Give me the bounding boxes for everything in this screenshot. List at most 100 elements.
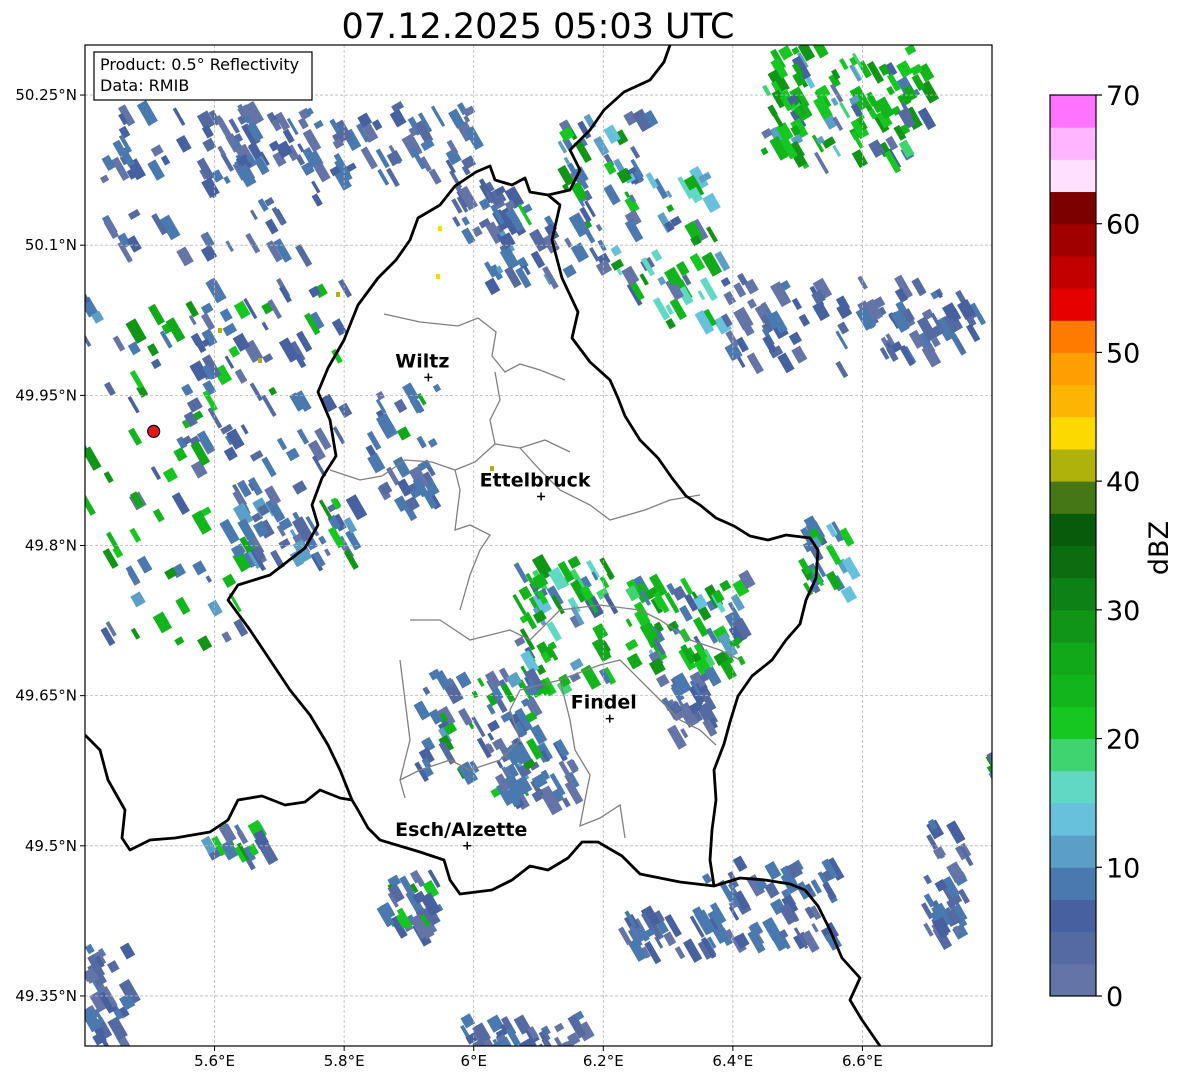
echo-cell-271 [52, 294, 70, 315]
echo-cell-1337 [258, 358, 262, 363]
colorbar-segments [1050, 95, 1096, 997]
echo-cell-185 [33, 302, 51, 321]
echo-cell-205 [49, 462, 64, 480]
longitude-ticks: 5.6°E 5.8°E 6°E 6.2°E 6.4°E 6.6°E [194, 1046, 883, 1070]
colorbar-segment-18 [1050, 384, 1096, 418]
lat-tick-label-6: 49.35°N [15, 987, 77, 1005]
colorbar-segment-27 [1050, 95, 1096, 128]
lon-tick-label-5: 6.6°E [842, 1052, 883, 1070]
echo-cell-231 [35, 312, 52, 330]
colorbar-segment-16 [1050, 448, 1096, 482]
colorbar-segment-15 [1050, 481, 1096, 514]
colorbar-segment-21 [1050, 288, 1096, 321]
colorbar-segment-10 [1050, 642, 1096, 675]
echo-cell-241 [51, 562, 64, 577]
colorbar-tick-label-3: 30 [1106, 596, 1140, 627]
info-product: Product: 0.5° Reflectivity [100, 55, 299, 74]
lon-tick-label-4: 6.4°E [712, 1052, 753, 1070]
echo-cell-1251 [541, 1047, 553, 1062]
latitude-ticks: 50.25°N 50.1°N 49.95°N 49.8°N 49.65°N 49.5°N 4… [15, 86, 85, 1005]
colorbar-tick-label-4: 40 [1106, 467, 1140, 498]
colorbar: 0 10 20 30 40 50 60 70 dBZ [1049, 81, 1175, 1013]
colorbar-ticks: 0 10 20 30 40 50 60 70 [1096, 81, 1140, 1013]
echo-cell-253 [51, 594, 66, 609]
colorbar-segment-1 [1050, 931, 1096, 965]
colorbar-segment-20 [1050, 320, 1096, 353]
echo-cell-217 [50, 494, 67, 512]
colorbar-segment-19 [1050, 352, 1096, 386]
echo-cell-243 [58, 505, 69, 520]
colorbar-segment-4 [1050, 835, 1096, 868]
lat-tick-label-5: 49.5°N [25, 837, 77, 855]
colorbar-segment-3 [1050, 867, 1096, 900]
colorbar-segment-9 [1050, 674, 1096, 707]
map-title: 07.12.2025 05:03 UTC [342, 7, 735, 47]
radar-site-marker [147, 424, 161, 438]
colorbar-tick-label-5: 50 [1106, 338, 1140, 369]
echo-cell-278 [57, 303, 70, 319]
echo-cell-256 [60, 444, 68, 453]
lat-tick-label-1: 50.1°N [25, 236, 77, 254]
info-box: Product: 0.5° Reflectivity Data: RMIB [93, 51, 313, 101]
echo-cell-184 [57, 594, 69, 609]
colorbar-segment-2 [1050, 899, 1096, 933]
echo-cell-270 [33, 357, 45, 368]
colorbar-unit-label: dBZ [1144, 521, 1175, 575]
echo-cell-1338 [218, 328, 222, 333]
colorbar-segment-12 [1050, 577, 1096, 611]
lon-tick-label-1: 5.8°E [324, 1052, 365, 1070]
echo-cell-277 [52, 312, 63, 324]
colorbar-tick-label-6: 60 [1106, 210, 1140, 241]
echo-cell-1339 [336, 292, 340, 297]
echo-cell-239 [35, 451, 54, 474]
echo-cell-210 [54, 350, 64, 364]
colorbar-segment-17 [1050, 416, 1096, 450]
city-label-0: Wiltz [395, 350, 449, 372]
echo-cell-220 [59, 344, 69, 356]
lon-tick-label-0: 5.6°E [194, 1052, 235, 1070]
plot-area: Wiltz Ettelbruck Findel Esch/Alzette [26, 45, 992, 1066]
colorbar-segment-13 [1050, 545, 1096, 579]
echo-cell-1242 [486, 1048, 498, 1066]
echo-cell-1340 [438, 226, 442, 231]
colorbar-tick-label-1: 10 [1106, 853, 1140, 884]
colorbar-segment-0 [1050, 963, 1096, 997]
radar-map-figure: 07.12.2025 05:03 UTC Wiltz Ettelbruck Find… [15, 7, 1175, 1070]
echo-cell-285 [37, 462, 55, 484]
city-label-2: Findel [571, 692, 637, 714]
city-label-3: Esch/Alzette [395, 819, 527, 841]
colorbar-segment-8 [1050, 706, 1096, 740]
lat-tick-label-2: 49.95°N [15, 386, 77, 404]
colorbar-segment-14 [1050, 513, 1096, 546]
colorbar-segment-23 [1050, 223, 1096, 257]
colorbar-segment-25 [1050, 159, 1096, 193]
echo-cell-286 [26, 469, 36, 481]
echo-cell-223 [50, 512, 69, 536]
lat-tick-label-3: 49.8°N [25, 537, 77, 555]
radar-site [147, 424, 161, 438]
info-data: Data: RMIB [100, 76, 189, 95]
echo-cell-248 [44, 316, 56, 327]
echo-cell-263 [59, 326, 73, 346]
city-label-1: Ettelbruck [480, 469, 591, 491]
echo-cell-276 [45, 626, 63, 646]
colorbar-segment-22 [1050, 255, 1096, 289]
echo-cell-1334 [990, 749, 992, 774]
echo-cell-182 [30, 583, 45, 603]
colorbar-segment-24 [1050, 191, 1096, 225]
echo-cell-259 [51, 612, 67, 633]
echo-cell-199 [49, 448, 55, 455]
colorbar-segment-5 [1050, 802, 1096, 836]
colorbar-tick-label-0: 0 [1106, 982, 1123, 1013]
colorbar-segment-11 [1050, 609, 1096, 643]
echo-cell-1341 [436, 274, 440, 279]
colorbar-tick-label-2: 20 [1106, 725, 1140, 756]
echo-cell-187 [49, 412, 61, 423]
colorbar-segment-26 [1050, 127, 1096, 160]
lon-tick-label-3: 6.2°E [583, 1052, 624, 1070]
colorbar-segment-6 [1050, 770, 1096, 804]
lat-tick-label-0: 50.25°N [15, 86, 77, 104]
lon-tick-label-2: 6°E [460, 1052, 487, 1070]
lat-tick-label-4: 49.65°N [15, 687, 77, 705]
colorbar-tick-label-7: 70 [1106, 81, 1140, 112]
